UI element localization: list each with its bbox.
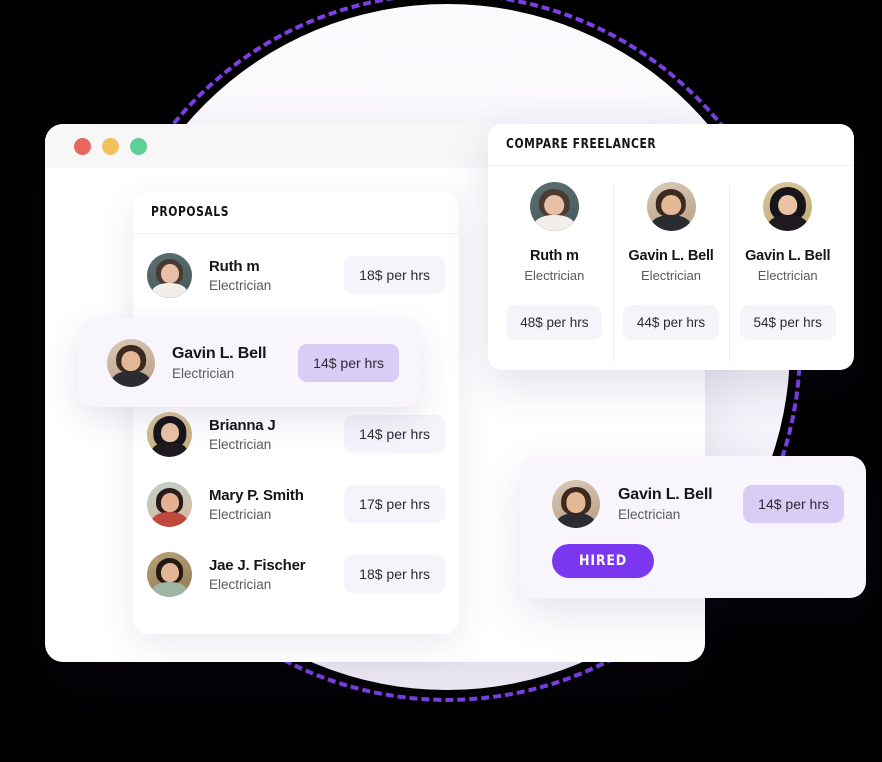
freelancer-role: Electrician — [757, 268, 818, 283]
compare-column[interactable]: Gavin L. Bell Electrician 44$ per hrs — [612, 182, 730, 370]
list-item-meta: Mary P. Smith Electrician — [209, 487, 344, 522]
rate-pill[interactable]: 54$ per hrs — [739, 305, 836, 340]
freelancer-name: Gavin L. Bell — [745, 248, 831, 264]
avatar — [147, 252, 192, 298]
freelancer-name: Gavin L. Bell — [172, 344, 267, 362]
freelancer-role: Electrician — [524, 268, 585, 283]
rate-pill[interactable]: 18$ per hrs — [344, 256, 445, 294]
proposals-list: Ruth m Electrician 18$ per hrs Brianna J… — [133, 234, 459, 609]
proposals-title: PROPOSALS — [151, 205, 229, 220]
freelancer-name: Ruth m — [209, 257, 260, 275]
rate-pill[interactable]: 14$ per hrs — [743, 485, 844, 523]
compare-header: COMPARE FREELANCER — [488, 124, 854, 166]
avatar — [529, 182, 579, 231]
avatar — [147, 551, 192, 597]
rate-pill[interactable]: 44$ per hrs — [622, 305, 720, 340]
freelancer-role: Electrician — [209, 506, 272, 522]
freelancer-role: Electrician — [641, 268, 701, 283]
maximize-window-icon[interactable] — [130, 137, 147, 155]
freelancer-role: Electrician — [209, 436, 272, 452]
list-item-meta: Gavin L. Bell Electrician — [172, 345, 298, 381]
compare-columns: Ruth m Electrician 48$ per hrs Gavin L. … — [488, 166, 854, 370]
freelancer-name: Jae J. Fischer — [209, 556, 306, 574]
freelancer-name: Mary P. Smith — [209, 486, 304, 504]
list-item[interactable]: Jae J. Fischer Electrician 18$ per hrs — [147, 539, 445, 609]
avatar — [147, 481, 192, 527]
rate-pill[interactable]: 48$ per hrs — [506, 305, 603, 340]
rate-pill[interactable]: 14$ per hrs — [344, 415, 445, 453]
close-window-icon[interactable] — [74, 137, 91, 155]
rate-pill[interactable]: 17$ per hrs — [344, 485, 445, 523]
proposals-header: PROPOSALS — [133, 192, 459, 234]
avatar — [147, 411, 192, 457]
compare-freelancer-panel: COMPARE FREELANCER Ruth m Electrician 48… — [488, 124, 854, 370]
freelancer-role: Electrician — [172, 365, 235, 381]
freelancer-role: Electrician — [618, 507, 681, 522]
freelancer-name: Ruth m — [529, 248, 579, 264]
list-item-meta: Jae J. Fischer Electrician — [209, 557, 344, 592]
list-item[interactable]: Mary P. Smith Electrician 17$ per hrs — [147, 469, 445, 539]
hired-card-meta: Gavin L. Bell Electrician — [618, 486, 743, 522]
freelancer-role: Electrician — [209, 277, 272, 293]
list-item-meta: Ruth m Electrician — [209, 258, 344, 293]
freelancer-role: Electrician — [209, 576, 272, 592]
freelancer-name: Gavin L. Bell — [628, 248, 714, 264]
compare-column[interactable]: Ruth m Electrician 48$ per hrs — [496, 182, 613, 370]
avatar — [763, 182, 813, 231]
freelancer-name: Gavin L. Bell — [618, 486, 713, 503]
screenshot-stage: PROPOSALS Ruth m Electrician 18$ per hrs — [0, 0, 882, 762]
selected-proposal-row[interactable]: Gavin L. Bell Electrician 14$ per hrs — [78, 318, 420, 407]
avatar — [552, 480, 600, 528]
avatar — [107, 338, 155, 387]
minimize-window-icon[interactable] — [102, 137, 119, 155]
compare-column[interactable]: Gavin L. Bell Electrician 54$ per hrs — [729, 182, 846, 370]
freelancer-name: Brianna J — [209, 416, 276, 434]
list-item[interactable]: Brianna J Electrician 14$ per hrs — [147, 399, 445, 469]
rate-pill[interactable]: 14$ per hrs — [298, 343, 399, 382]
proposals-card: PROPOSALS Ruth m Electrician 18$ per hrs — [133, 192, 459, 634]
avatar — [646, 182, 696, 231]
list-item-meta: Brianna J Electrician — [209, 417, 344, 452]
hired-card: Gavin L. Bell Electrician 14$ per hrs HI… — [520, 456, 866, 598]
hired-card-top: Gavin L. Bell Electrician 14$ per hrs — [552, 480, 844, 528]
rate-pill[interactable]: 18$ per hrs — [344, 555, 445, 593]
status-badge[interactable]: HIRED — [552, 544, 654, 578]
compare-title: COMPARE FREELANCER — [506, 137, 657, 152]
list-item[interactable]: Ruth m Electrician 18$ per hrs — [147, 240, 445, 310]
